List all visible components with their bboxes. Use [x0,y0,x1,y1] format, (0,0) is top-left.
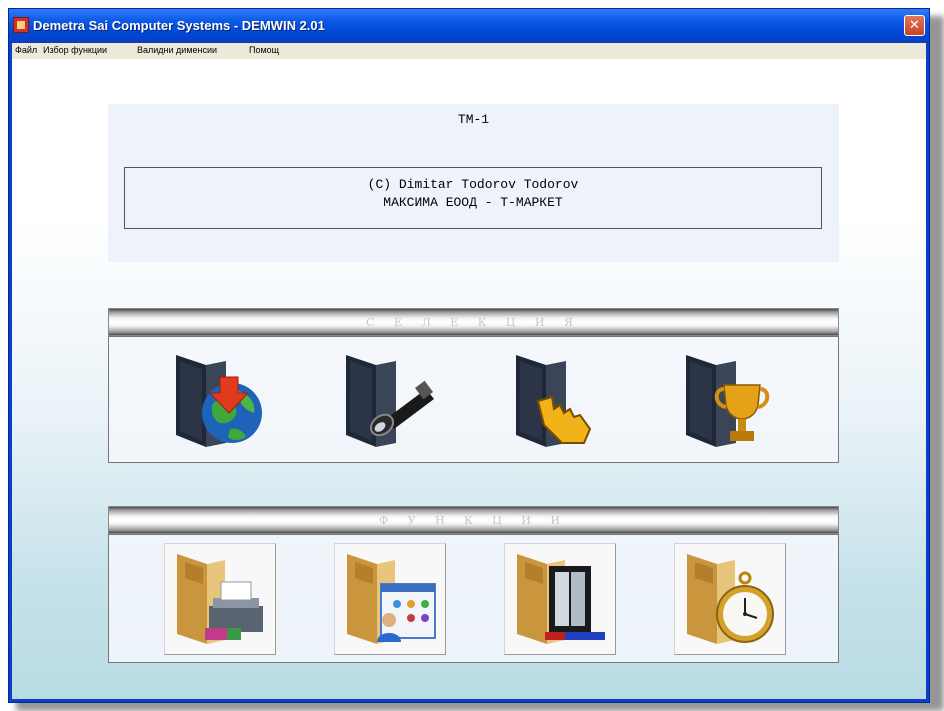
functions-title: Ф У Н К Ц И И [379,514,568,527]
info-panel: TM-1 (C) Dimitar Todorov Todorov МАКСИМА… [108,104,839,262]
menu-bar: Файл Избор функции Валидни дименсии Помо… [12,43,926,59]
app-icon[interactable] [13,17,29,33]
main-area: TM-1 (C) Dimitar Todorov Todorov МАКСИМА… [12,59,926,699]
menu-select-function[interactable]: Избор функции [43,45,107,55]
selection-header: С Е Л Е К Ц И Я [108,308,839,336]
pointer-hand-icon[interactable] [504,347,616,457]
film-window-icon [517,554,605,644]
functions-header: Ф У Н К Ц И И [108,506,839,534]
company-text: МАКСИМА ЕООД - Т-МАРКЕТ [383,195,563,210]
selection-panel [108,336,839,463]
pocket-watch-icon [687,554,774,644]
printer-icon [177,554,263,644]
pocket-watch-button[interactable] [674,543,786,655]
menu-file[interactable]: Файл [15,45,37,55]
terminal-id: TM-1 [457,112,490,127]
film-window-button[interactable] [504,543,616,655]
user-dashboard-icon [347,554,436,644]
globe-download-icon[interactable] [164,347,276,457]
functions-panel [108,534,839,663]
user-dashboard-button[interactable] [334,543,446,655]
menu-valid-dimensions[interactable]: Валидни дименсии [137,45,217,55]
window-title: Demetra Sai Computer Systems - DEMWIN 2.… [33,18,325,33]
app-window: Demetra Sai Computer Systems - DEMWIN 2.… [8,8,930,703]
title-bar[interactable]: Demetra Sai Computer Systems - DEMWIN 2.… [9,9,929,43]
menu-help[interactable]: Помощ [249,45,279,55]
print-button[interactable] [164,543,276,655]
selection-title: С Е Л Е К Ц И Я [366,316,581,329]
copyright-text: (C) Dimitar Todorov Todorov [367,177,579,192]
close-button[interactable]: ✕ [904,15,925,36]
license-box: (C) Dimitar Todorov Todorov МАКСИМА ЕООД… [124,167,822,229]
trophy-icon[interactable] [674,347,786,457]
flashlight-icon[interactable] [334,347,446,457]
